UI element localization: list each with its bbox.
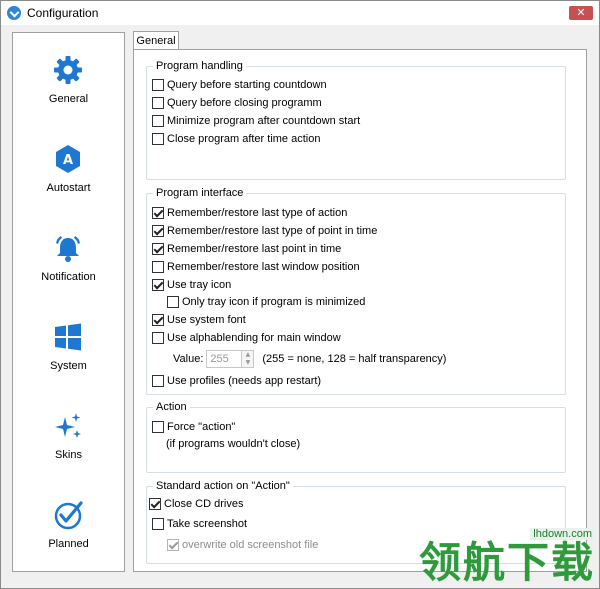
checkbox[interactable] (152, 207, 164, 219)
sidebar-item-skins[interactable]: Skins (13, 403, 124, 473)
program-handling-group: Program handling Query before starting c… (146, 59, 566, 180)
query-before-start-checkbox[interactable]: Query before starting countdown (152, 77, 327, 93)
checkbox-label: overwrite old screenshot file (182, 539, 319, 551)
checkbox-label: Force "action" (167, 421, 236, 433)
checkbox-label: Remember/restore last type of point in t… (167, 225, 378, 237)
checkbox-label: Use tray icon (167, 279, 232, 291)
sidebar-item-label: Notification (41, 271, 96, 283)
checkbox[interactable] (152, 79, 164, 91)
alpha-value-hint: (255 = none, 128 = half transparency) (262, 353, 447, 365)
remember-action-type-checkbox[interactable]: Remember/restore last type of action (152, 205, 347, 221)
group-title: Program interface (153, 186, 247, 200)
close-button[interactable]: ✕ (569, 6, 593, 20)
checkbox[interactable] (167, 296, 179, 308)
remember-window-position-checkbox[interactable]: Remember/restore last window position (152, 259, 360, 275)
configuration-window: Configuration ✕ General A Autostart Noti… (0, 0, 600, 589)
checkbox[interactable] (149, 498, 161, 510)
sidebar-item-planned[interactable]: Planned (13, 492, 124, 562)
take-screenshot-checkbox[interactable]: Take screenshot (152, 516, 247, 532)
checkbox[interactable] (152, 375, 164, 387)
alphablending-checkbox[interactable]: Use alphablending for main window (152, 330, 341, 346)
checkbox[interactable] (152, 279, 164, 291)
svg-text:A: A (63, 153, 73, 168)
only-tray-icon-checkbox[interactable]: Only tray icon if program is minimized (167, 294, 365, 310)
autostart-icon: A (56, 145, 80, 173)
checkbox (167, 539, 179, 551)
sparkle-icon (55, 413, 81, 438)
sidebar-item-label: System (50, 360, 87, 372)
check-circle-icon (54, 501, 83, 530)
app-icon (7, 6, 21, 20)
minimize-after-start-checkbox[interactable]: Minimize program after countdown start (152, 113, 360, 129)
sidebar-item-autostart[interactable]: A Autostart (13, 136, 124, 206)
checkbox-label: Close CD drives (164, 498, 244, 510)
checkbox[interactable] (152, 421, 164, 433)
title-bar[interactable]: Configuration ✕ (1, 1, 599, 25)
group-title: Action (153, 400, 190, 414)
alpha-value-spinner[interactable]: ▲ ▼ (242, 350, 255, 368)
action-note: (if programs wouldn't close) (166, 438, 301, 450)
value-label: Value: (173, 353, 204, 365)
bell-icon (56, 236, 80, 262)
use-tray-icon-checkbox[interactable]: Use tray icon (152, 277, 231, 293)
checkbox-label: Take screenshot (167, 518, 248, 530)
close-cd-drives-checkbox[interactable]: Close CD drives (149, 496, 243, 512)
checkbox[interactable] (152, 115, 164, 127)
sidebar-item-label: Skins (55, 449, 82, 461)
windows-icon (55, 323, 81, 351)
use-system-font-checkbox[interactable]: Use system font (152, 312, 246, 328)
checkbox-label: Remember/restore last point in time (167, 243, 342, 255)
query-before-close-checkbox[interactable]: Query before closing programm (152, 95, 322, 111)
sidebar: General A Autostart Notification System … (12, 32, 125, 572)
use-profiles-checkbox[interactable]: Use profiles (needs app restart) (152, 373, 321, 389)
checkbox[interactable] (152, 133, 164, 145)
sidebar-item-label: Planned (48, 538, 89, 550)
checkbox-label: Use alphablending for main window (167, 332, 341, 344)
checkbox[interactable] (152, 225, 164, 237)
program-interface-group: Program interface Remember/restore last … (146, 186, 566, 395)
standard-action-group: Standard action on "Action" Close CD dri… (146, 479, 566, 564)
checkbox-label: Remember/restore last window position (167, 261, 360, 273)
remember-point-checkbox[interactable]: Remember/restore last point in time (152, 241, 341, 257)
checkbox-label: Only tray icon if program is minimized (182, 296, 366, 308)
checkbox-label: Close program after time action (167, 133, 321, 145)
checkbox-label: Query before closing programm (167, 97, 322, 109)
sidebar-item-general[interactable]: General (13, 47, 124, 117)
sidebar-item-label: General (48, 93, 89, 105)
sidebar-item-notification[interactable]: Notification (13, 225, 124, 295)
group-title: Standard action on "Action" (153, 479, 293, 493)
checkbox-label: Use profiles (needs app restart) (167, 375, 322, 387)
sidebar-item-label: Autostart (46, 182, 91, 194)
close-after-action-checkbox[interactable]: Close program after time action (152, 131, 320, 147)
alpha-value-row: Value: 255 ▲ ▼ (255 = none, 128 = half tra… (173, 349, 446, 369)
checkbox[interactable] (152, 332, 164, 344)
overwrite-screenshot-checkbox: overwrite old screenshot file (167, 537, 318, 553)
force-action-checkbox[interactable]: Force "action" (152, 419, 235, 435)
checkbox[interactable] (152, 518, 164, 530)
checkbox-label: Remember/restore last type of action (167, 207, 348, 219)
checkbox[interactable] (152, 314, 164, 326)
settings-panel: Program handling Query before starting c… (133, 49, 587, 572)
action-group: Action Force "action" (if programs would… (146, 400, 566, 473)
group-title: Program handling (153, 59, 246, 73)
checkbox-label: Minimize program after countdown start (167, 115, 361, 127)
checkbox-label: Use system font (167, 314, 246, 326)
window-title: Configuration (27, 6, 99, 20)
checkbox[interactable] (152, 261, 164, 273)
checkbox[interactable] (152, 243, 164, 255)
gear-icon (54, 56, 82, 84)
remember-point-type-checkbox[interactable]: Remember/restore last type of point in t… (152, 223, 377, 239)
checkbox[interactable] (152, 97, 164, 109)
alpha-value-input[interactable]: 255 (206, 350, 243, 368)
checkbox-label: Query before starting countdown (167, 79, 327, 91)
tab-general[interactable]: General (133, 31, 179, 51)
sidebar-item-system[interactable]: System (13, 314, 124, 384)
